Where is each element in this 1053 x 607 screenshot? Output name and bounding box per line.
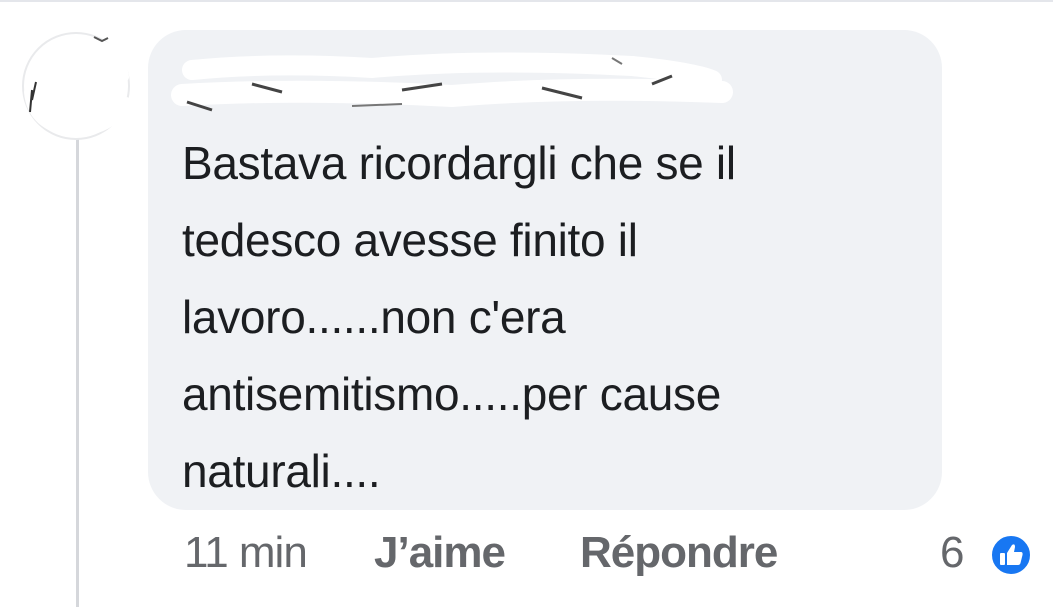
like-button[interactable]: J’aime <box>374 528 506 578</box>
comment-text: Bastava ricordargli che se il tedesco av… <box>182 137 736 497</box>
timestamp[interactable]: 11 min <box>184 528 308 578</box>
avatar-redaction-scribble <box>24 34 131 138</box>
author-name-redaction <box>171 52 733 112</box>
reaction-count[interactable]: 6 <box>940 528 964 578</box>
reply-button[interactable]: Répondre <box>580 528 778 578</box>
top-divider <box>0 0 1053 2</box>
comment-screen: Bastava ricordargli che se il tedesco av… <box>0 0 1053 607</box>
comment-actions: 11 min J’aime Répondre 6 <box>0 528 1053 588</box>
thumbs-up-icon[interactable] <box>990 534 1032 576</box>
